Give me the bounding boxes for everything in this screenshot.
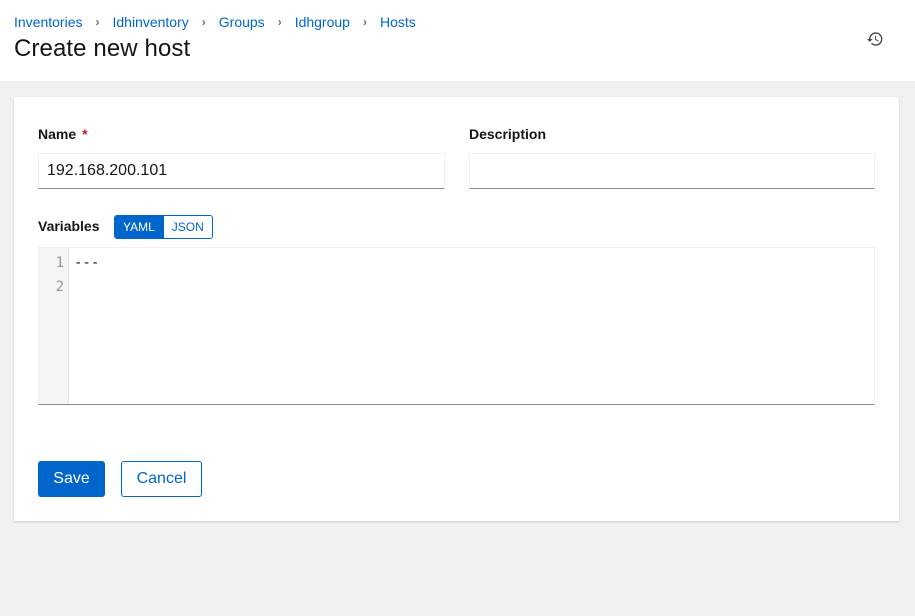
required-marker: * bbox=[82, 126, 88, 142]
history-icon bbox=[866, 32, 883, 46]
name-field[interactable]: 192.168.200.101 bbox=[38, 153, 445, 189]
chevron-right-icon: › bbox=[201, 15, 206, 29]
page-header: Inventories › Idhinventory › Groups › Id… bbox=[0, 0, 915, 81]
page-title: Create new host bbox=[14, 35, 191, 62]
line-number: 2 bbox=[55, 279, 64, 295]
yaml-toggle-button[interactable]: YAML bbox=[115, 216, 163, 238]
variables-code-editor[interactable]: 1 2 --- bbox=[38, 247, 875, 405]
variables-label: Variables bbox=[38, 218, 100, 234]
history-button[interactable] bbox=[864, 28, 886, 50]
line-number: 1 bbox=[55, 255, 64, 271]
breadcrumb-groups[interactable]: Groups bbox=[219, 14, 265, 30]
chevron-right-icon: › bbox=[277, 15, 282, 29]
breadcrumb-inventory[interactable]: Idhinventory bbox=[112, 14, 188, 30]
breadcrumb: Inventories › Idhinventory › Groups › Id… bbox=[14, 14, 416, 30]
chevron-right-icon: › bbox=[95, 15, 100, 29]
description-field[interactable] bbox=[469, 153, 875, 189]
breadcrumb-hosts[interactable]: Hosts bbox=[380, 14, 416, 30]
save-button[interactable]: Save bbox=[38, 461, 105, 497]
variables-format-toggle: YAML JSON bbox=[114, 215, 213, 239]
line-number-gutter: 1 2 bbox=[39, 248, 69, 404]
breadcrumb-inventories[interactable]: Inventories bbox=[14, 14, 82, 30]
name-label-text: Name bbox=[38, 126, 77, 142]
json-toggle-button[interactable]: JSON bbox=[162, 216, 212, 238]
chevron-right-icon: › bbox=[362, 15, 367, 29]
breadcrumb-group[interactable]: Idhgroup bbox=[295, 14, 350, 30]
cancel-button[interactable]: Cancel bbox=[121, 461, 202, 497]
description-label: Description bbox=[469, 126, 547, 142]
name-label: Name * bbox=[38, 126, 88, 142]
code-line: --- bbox=[74, 255, 100, 271]
